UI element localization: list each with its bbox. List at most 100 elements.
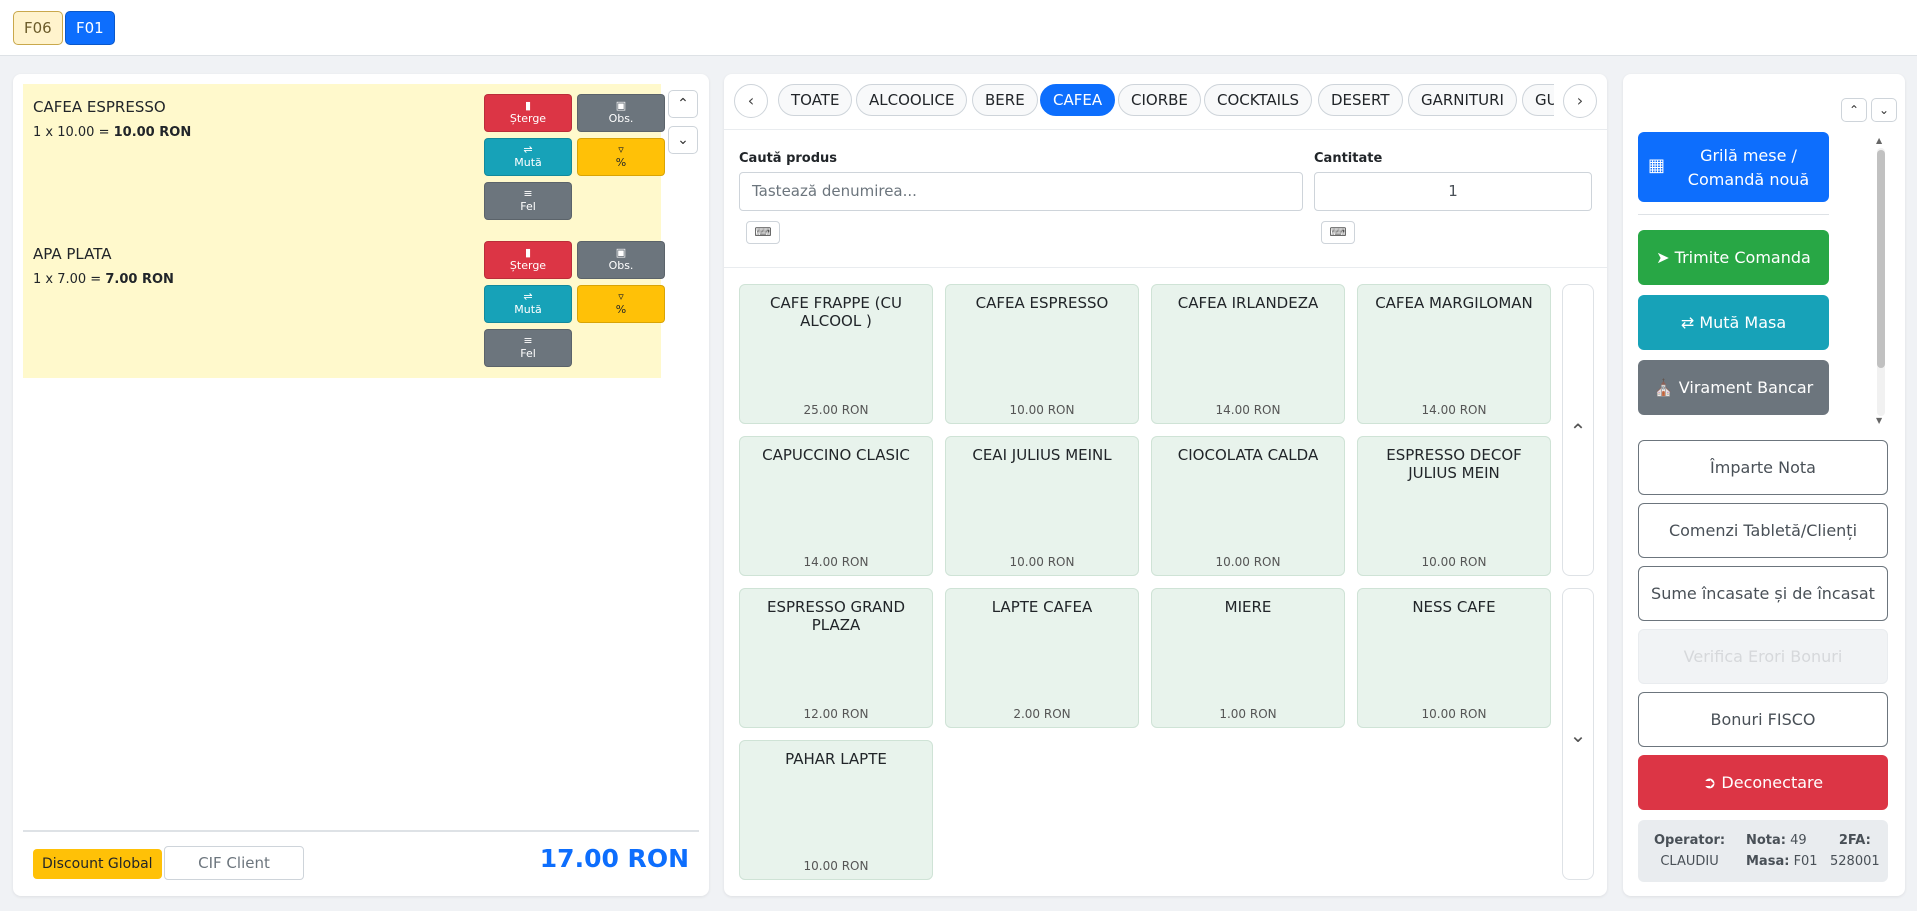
product-name: CIOCOLATA CALDA	[1177, 446, 1319, 464]
scroll-arrow-down-icon[interactable]: ▼	[1876, 416, 1882, 425]
product-name: NESS CAFE	[1412, 598, 1496, 616]
order-footer: Discount Global CIF Client 17.00 RON	[23, 830, 699, 886]
send-order-button[interactable]: ➤ Trimite Comanda	[1638, 230, 1829, 285]
chevron-right-icon: ›	[1576, 91, 1584, 110]
fel-button[interactable]: ≡ Fel	[484, 182, 572, 220]
bank-transfer-button[interactable]: ⛪ Virament Bancar	[1638, 360, 1829, 415]
obs-button[interactable]: ▣ Obs.	[577, 94, 665, 132]
chevron-down-icon: ⌄	[1878, 103, 1890, 117]
product-name: ESPRESSO GRAND PLAZA	[766, 598, 906, 634]
tab-f01[interactable]: F01	[65, 11, 115, 45]
product-tile[interactable]: NESS CAFE 10.00 RON	[1357, 588, 1551, 728]
category-bere[interactable]: BERE	[972, 84, 1038, 116]
tab-f06[interactable]: F06	[13, 11, 63, 45]
product-price: 12.00 RON	[803, 707, 869, 721]
product-name: CAFE FRAPPE (CU ALCOOL )	[770, 294, 902, 330]
collected-sums-button[interactable]: Sume încasate și de încasat	[1638, 566, 1888, 621]
actions-scroll-down-button[interactable]: ⌄	[1871, 98, 1897, 122]
delete-button[interactable]: ▮ Șterge	[484, 94, 572, 132]
split-bill-button[interactable]: Împarte Nota	[1638, 440, 1888, 495]
product-name: CEAI JULIUS MEINL	[972, 446, 1112, 464]
actions-scrollbar[interactable]: ▲ ▼	[1875, 136, 1885, 426]
products-scroll-up-button[interactable]: ⌃	[1562, 284, 1594, 576]
product-tile[interactable]: CAFEA ESPRESSO 10.00 RON	[945, 284, 1139, 424]
order-item-line: 1 x 7.00 = 7.00 RON	[33, 272, 174, 287]
product-search-label: Caută produs	[739, 151, 838, 166]
products-panel: ‹ TOATE ALCOOLICE BERE CAFEA CIORBE COCK…	[724, 74, 1607, 896]
search-area: Caută produs Tastează denumirea... ⌨ Can…	[724, 131, 1607, 268]
product-name: LAPTE CAFEA	[991, 598, 1093, 616]
product-tile[interactable]: CIOCOLATA CALDA 10.00 RON	[1151, 436, 1345, 576]
move-item-button[interactable]: ⇌ Mută	[484, 285, 572, 323]
product-price: 10.00 RON	[1421, 555, 1487, 569]
chevron-down-icon: ⌄	[1569, 723, 1587, 747]
product-tile[interactable]: CEAI JULIUS MEINL 10.00 RON	[945, 436, 1139, 576]
category-gu[interactable]: GU	[1522, 84, 1554, 116]
product-tile[interactable]: ESPRESSO GRAND PLAZA 12.00 RON	[739, 588, 933, 728]
product-name: CAFEA ESPRESSO	[975, 294, 1109, 312]
keyboard-button[interactable]: ⌨	[746, 221, 780, 244]
product-tile[interactable]: CAFE FRAPPE (CU ALCOOL ) 25.00 RON	[739, 284, 933, 424]
product-price: 10.00 RON	[1421, 707, 1487, 721]
category-toate[interactable]: TOATE	[778, 84, 853, 116]
quantity-keyboard-button[interactable]: ⌨	[1321, 221, 1355, 244]
order-item[interactable]: CAFEA ESPRESSO 1 x 10.00 = 10.00 RON ▮ Șt…	[23, 84, 665, 231]
scroll-arrow-up-icon[interactable]: ▲	[1876, 136, 1882, 145]
product-name: PAHAR LAPTE	[785, 750, 887, 768]
move-item-button[interactable]: ⇌ Mută	[484, 138, 572, 176]
product-tile[interactable]: CAFEA MARGILOMAN 14.00 RON	[1357, 284, 1551, 424]
product-price: 10.00 RON	[1009, 403, 1075, 417]
divider	[1638, 214, 1829, 215]
category-garnituri[interactable]: GARNITURI	[1408, 84, 1517, 116]
actions-scroll-up-button[interactable]: ⌃	[1841, 98, 1867, 122]
product-tile[interactable]: LAPTE CAFEA 2.00 RON	[945, 588, 1139, 728]
category-cafea[interactable]: CAFEA	[1040, 84, 1116, 116]
cif-client-button[interactable]: CIF Client	[164, 846, 304, 880]
discount-global-button[interactable]: Discount Global	[33, 849, 162, 879]
product-tile[interactable]: ESPRESSO DECOF JULIUS MEIN 10.00 RON	[1357, 436, 1551, 576]
order-scroll-up-button[interactable]: ⌃	[668, 90, 698, 118]
product-tile[interactable]: PAHAR LAPTE 10.00 RON	[739, 740, 933, 880]
tablet-orders-button[interactable]: Comenzi Tabletă/Clienți	[1638, 503, 1888, 558]
scrollbar-thumb[interactable]	[1877, 150, 1885, 368]
top-bar: F06 F01	[0, 0, 1917, 56]
table-grid-button[interactable]: ▦ Grilă mese / Comandă nouă	[1638, 132, 1829, 202]
product-price: 14.00 RON	[1421, 403, 1487, 417]
category-ciorbe[interactable]: CIORBE	[1118, 84, 1201, 116]
grid-icon: ▦	[1648, 155, 1666, 176]
products-scroll-down-button[interactable]: ⌄	[1562, 588, 1594, 880]
verify-receipt-errors-button[interactable]: Verifica Erori Bonuri	[1638, 629, 1888, 684]
product-name: CAPUCCINO CLASIC	[762, 446, 910, 464]
chevron-up-icon: ⌃	[1569, 419, 1587, 443]
order-item-name: CAFEA ESPRESSO	[33, 98, 166, 116]
move-table-button[interactable]: ⇄ Mută Masa	[1638, 295, 1829, 350]
twofa-info: 2FA: 528001	[1830, 833, 1880, 869]
fel-button[interactable]: ≡ Fel	[484, 329, 572, 367]
obs-button[interactable]: ▣ Obs.	[577, 241, 665, 279]
delete-button[interactable]: ▮ Șterge	[484, 241, 572, 279]
paper-plane-icon: ➤	[1656, 248, 1670, 267]
fisco-receipts-button[interactable]: Bonuri FISCO	[1638, 692, 1888, 747]
order-panel: CAFEA ESPRESSO 1 x 10.00 = 10.00 RON ▮ Șt…	[13, 74, 709, 896]
product-tile[interactable]: MIERE 1.00 RON	[1151, 588, 1345, 728]
percent-button[interactable]: ▿%	[577, 138, 665, 176]
product-name: CAFEA MARGILOMAN	[1375, 294, 1533, 312]
product-tile[interactable]: CAFEA IRLANDEZA 14.00 RON	[1151, 284, 1345, 424]
category-alcoolice[interactable]: ALCOOLICE	[856, 84, 968, 116]
order-scroll-down-button[interactable]: ⌄	[668, 126, 698, 154]
product-price: 14.00 RON	[1215, 403, 1281, 417]
actions-panel: ⌃ ⌄ ▲ ▼ ▦ Grilă mese / Comandă nouă ➤ Tr…	[1623, 74, 1905, 896]
category-cocktails[interactable]: COCKTAILS	[1204, 84, 1312, 116]
product-name: MIERE	[1224, 598, 1272, 616]
product-search-input[interactable]: Tastează denumirea...	[739, 172, 1303, 211]
category-prev-button[interactable]: ‹	[734, 84, 768, 118]
logout-button[interactable]: ➲ Deconectare	[1638, 755, 1888, 810]
chevron-down-icon: ⌄	[677, 132, 689, 148]
category-next-button[interactable]: ›	[1563, 84, 1597, 118]
quantity-input[interactable]: 1	[1314, 172, 1592, 211]
order-item[interactable]: APA PLATA 1 x 7.00 = 7.00 RON ▮ Șterge ▣ O…	[23, 231, 665, 378]
percent-button[interactable]: ▿%	[577, 285, 665, 323]
category-desert[interactable]: DESERT	[1318, 84, 1403, 116]
product-tile[interactable]: CAPUCCINO CLASIC 14.00 RON	[739, 436, 933, 576]
product-price: 10.00 RON	[1009, 555, 1075, 569]
